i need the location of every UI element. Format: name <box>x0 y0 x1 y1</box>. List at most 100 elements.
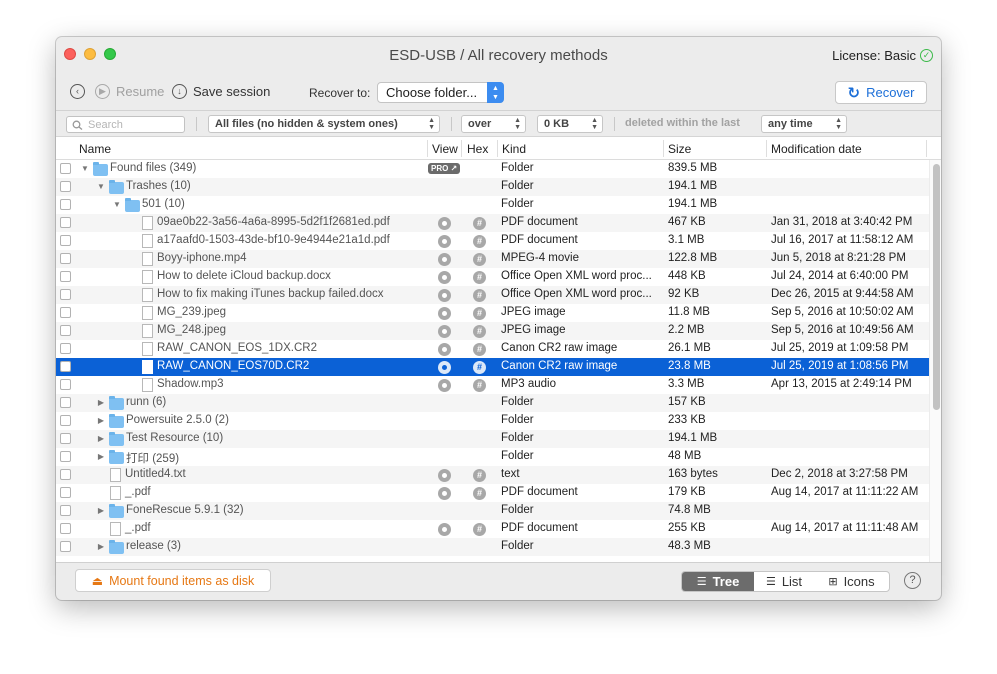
eye-icon[interactable] <box>438 343 451 356</box>
hash-icon[interactable]: # <box>473 325 486 338</box>
scrollbar-thumb[interactable] <box>933 164 940 410</box>
column-divider[interactable] <box>766 140 767 157</box>
mount-as-disk-button[interactable]: ⏏ Mount found items as disk <box>75 569 271 592</box>
table-row[interactable]: 09ae0b22-3a56-4a6a-8995-5d2f1f2681ed.pdf… <box>56 214 929 232</box>
file-filter-select[interactable]: All files (no hidden & system ones) ▲ ▼ <box>208 115 440 133</box>
column-divider[interactable] <box>461 140 462 157</box>
disclosure-collapsed-icon[interactable]: ▶ <box>96 396 106 410</box>
column-header-view[interactable]: View <box>432 142 458 156</box>
eye-icon[interactable] <box>438 271 451 284</box>
table-row[interactable]: _.pdf # PDF document 255 KB Aug 14, 2017 at … <box>56 520 929 538</box>
eye-icon[interactable] <box>438 379 451 392</box>
hash-icon[interactable]: # <box>473 217 486 230</box>
table-row[interactable]: ▶ FoneRescue 5.9.1 (32) Folder 74.8 MB <box>56 502 929 520</box>
row-checkbox[interactable] <box>60 505 71 516</box>
column-header-size[interactable]: Size <box>668 142 691 156</box>
disclosure-collapsed-icon[interactable]: ▶ <box>96 450 106 464</box>
row-checkbox[interactable] <box>60 433 71 444</box>
table-row[interactable]: Untitled4.txt # text 163 bytes Dec 2, 2018 a… <box>56 466 929 484</box>
recover-button[interactable]: ↻ Recover <box>835 81 927 104</box>
table-row[interactable]: MG_239.jpeg # JPEG image 11.8 MB Sep 5, 2016… <box>56 304 929 322</box>
table-row[interactable]: ▼ Found files (349) PRO ↗ Folder 839.5 MB <box>56 160 929 178</box>
row-checkbox[interactable] <box>60 181 71 192</box>
table-row[interactable]: ▶ Test Resource (10) Folder 194.1 MB <box>56 430 929 448</box>
table-row[interactable]: Shadow.mp3 # MP3 audio 3.3 MB Apr 13, 2015 a… <box>56 376 929 394</box>
row-checkbox[interactable] <box>60 343 71 354</box>
eye-icon[interactable] <box>438 361 451 374</box>
table-row[interactable]: Boyy-iphone.mp4 # MPEG-4 movie 122.8 MB Jun … <box>56 250 929 268</box>
row-checkbox[interactable] <box>60 325 71 336</box>
hash-icon[interactable]: # <box>473 487 486 500</box>
table-row[interactable]: How to fix making iTunes backup failed.d… <box>56 286 929 304</box>
list-view-button[interactable]: ☰ List <box>754 572 814 591</box>
column-header-date[interactable]: Modification date <box>771 142 862 156</box>
hash-icon[interactable]: # <box>473 253 486 266</box>
disclosure-collapsed-icon[interactable]: ▶ <box>96 414 106 428</box>
eye-icon[interactable] <box>438 289 451 302</box>
back-button[interactable]: ‹ <box>70 84 85 99</box>
hash-icon[interactable]: # <box>473 307 486 320</box>
hash-icon[interactable]: # <box>473 361 486 374</box>
disclosure-expanded-icon[interactable]: ▼ <box>80 162 90 176</box>
row-checkbox[interactable] <box>60 523 71 534</box>
table-row[interactable]: ▼ Trashes (10) Folder 194.1 MB <box>56 178 929 196</box>
table-row[interactable]: ▶ Powersuite 2.5.0 (2) Folder 233 KB <box>56 412 929 430</box>
table-row[interactable]: ▶ runn (6) Folder 157 KB <box>56 394 929 412</box>
row-checkbox[interactable] <box>60 217 71 228</box>
time-range-select[interactable]: any time ▲ ▼ <box>761 115 847 133</box>
hash-icon[interactable]: # <box>473 523 486 536</box>
row-checkbox[interactable] <box>60 361 71 372</box>
row-checkbox[interactable] <box>60 451 71 462</box>
eye-icon[interactable] <box>438 217 451 230</box>
table-row[interactable]: _.pdf # PDF document 179 KB Aug 14, 2017 at … <box>56 484 929 502</box>
row-checkbox[interactable] <box>60 289 71 300</box>
column-divider[interactable] <box>663 140 664 157</box>
disclosure-expanded-icon[interactable]: ▼ <box>96 180 106 194</box>
row-checkbox[interactable] <box>60 163 71 174</box>
hash-icon[interactable]: # <box>473 271 486 284</box>
disclosure-expanded-icon[interactable]: ▼ <box>112 198 122 212</box>
eye-icon[interactable] <box>438 523 451 536</box>
eye-icon[interactable] <box>438 487 451 500</box>
column-divider[interactable] <box>497 140 498 157</box>
row-checkbox[interactable] <box>60 307 71 318</box>
size-operator-select[interactable]: over ▲ ▼ <box>461 115 526 133</box>
table-row[interactable]: MG_248.jpeg # JPEG image 2.2 MB Sep 5, 2016 … <box>56 322 929 340</box>
table-row[interactable]: a17aafd0-1503-43de-bf10-9e4944e21a1d.pdf… <box>56 232 929 250</box>
column-header-name[interactable]: Name <box>79 142 111 156</box>
eye-icon[interactable] <box>438 307 451 320</box>
tree-view-button[interactable]: ☰ Tree <box>682 572 754 591</box>
column-header-kind[interactable]: Kind <box>502 142 526 156</box>
disclosure-collapsed-icon[interactable]: ▶ <box>96 504 106 518</box>
row-checkbox[interactable] <box>60 469 71 480</box>
eye-icon[interactable] <box>438 253 451 266</box>
eye-icon[interactable] <box>438 325 451 338</box>
column-divider[interactable] <box>427 140 428 157</box>
row-checkbox[interactable] <box>60 397 71 408</box>
table-row[interactable]: RAW_CANON_EOS_1DX.CR2 # Canon CR2 raw imag… <box>56 340 929 358</box>
row-checkbox[interactable] <box>60 379 71 390</box>
license-status[interactable]: License: Basic ✓ <box>832 48 933 63</box>
disclosure-collapsed-icon[interactable]: ▶ <box>96 540 106 554</box>
save-session-button[interactable]: ↓ Save session <box>172 84 270 99</box>
row-checkbox[interactable] <box>60 199 71 210</box>
column-header-hex[interactable]: Hex <box>467 142 488 156</box>
table-row[interactable]: RAW_CANON_EOS70D.CR2 # Canon CR2 raw image… <box>56 358 929 376</box>
help-button[interactable]: ? <box>904 572 921 589</box>
pro-badge[interactable]: PRO ↗ <box>428 163 461 174</box>
column-divider[interactable] <box>926 140 927 157</box>
row-checkbox[interactable] <box>60 253 71 264</box>
hash-icon[interactable]: # <box>473 469 486 482</box>
table-row[interactable]: ▶ 打印 (259) Folder 48 MB <box>56 448 929 466</box>
row-checkbox[interactable] <box>60 415 71 426</box>
hash-icon[interactable]: # <box>473 379 486 392</box>
eye-icon[interactable] <box>438 235 451 248</box>
recover-folder-select[interactable]: Choose folder... ▲ ▼ <box>377 82 504 103</box>
icons-view-button[interactable]: ⊞ Icons <box>814 572 889 591</box>
resume-button[interactable]: ▶ Resume <box>95 84 164 99</box>
hash-icon[interactable]: # <box>473 343 486 356</box>
hash-icon[interactable]: # <box>473 289 486 302</box>
row-checkbox[interactable] <box>60 271 71 282</box>
hash-icon[interactable]: # <box>473 235 486 248</box>
vertical-scrollbar[interactable] <box>929 160 941 563</box>
